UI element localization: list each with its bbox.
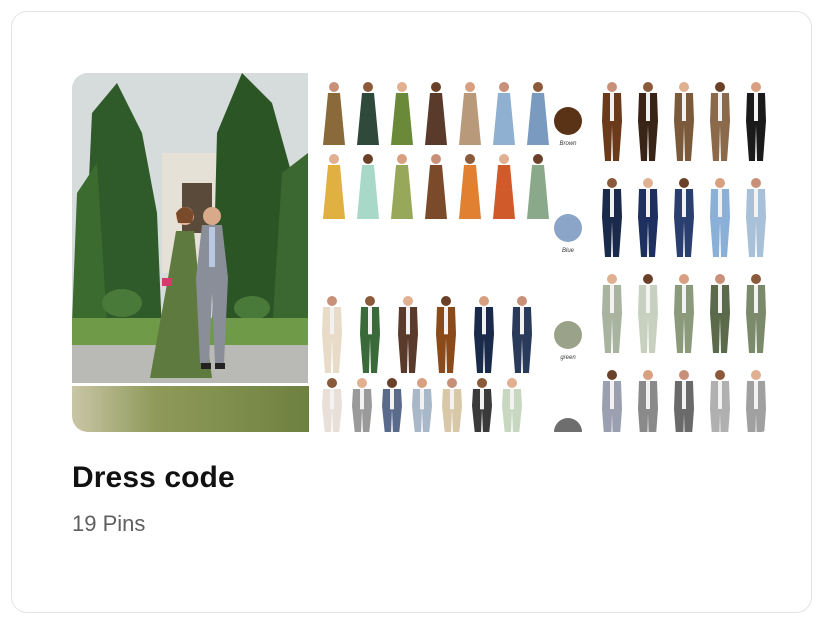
dress-figure: [493, 154, 515, 219]
color-swatch: [554, 214, 582, 242]
suit-figure: [710, 178, 730, 257]
dress-figure: [527, 154, 549, 219]
suit-figure: [746, 82, 766, 161]
couple-photo: [72, 73, 308, 383]
suit-figure: [398, 296, 418, 373]
suit-figure: [512, 296, 532, 373]
suit-figure: [382, 378, 402, 432]
suit-figure: [442, 378, 462, 432]
suit-figure: [602, 178, 622, 257]
suit-figure: [674, 178, 694, 257]
suit-figure: [602, 274, 622, 353]
dress-figure: [391, 154, 413, 219]
dress-figure: [323, 154, 345, 219]
suit-figure: [746, 274, 766, 353]
dress-figure: [357, 82, 379, 145]
dress-figure: [425, 154, 447, 219]
dress-figure: [425, 82, 447, 145]
dress-figure: [391, 82, 413, 145]
suit-figure: [638, 82, 658, 161]
dress-figure: [527, 82, 549, 145]
suit-figure: [674, 274, 694, 353]
suit-figure: [322, 296, 342, 373]
dress-code-inspiration-photo: Brown Blue green: [312, 73, 776, 432]
suit-figure: [602, 82, 622, 161]
suit-figure: [710, 82, 730, 161]
suit-figure: [436, 296, 456, 373]
suit-figure: [474, 296, 494, 373]
suit-figure: [502, 378, 522, 432]
swatch-label: Brown: [559, 141, 577, 147]
board-card[interactable]: Brown Blue green Dress code 19 Pins: [11, 11, 812, 613]
dress-figure: [323, 82, 345, 145]
suit-figure: [638, 370, 658, 432]
suit-figure: [638, 274, 658, 353]
board-cover-collage[interactable]: Brown Blue green: [72, 73, 776, 432]
suit-figure: [746, 370, 766, 432]
color-swatch: [554, 107, 582, 135]
suit-figure: [674, 82, 694, 161]
suit-figure: [472, 378, 492, 432]
dress-figure: [357, 154, 379, 219]
pin-count: 19 Pins: [72, 511, 146, 536]
suit-figure: [638, 178, 658, 257]
dress-figure: [459, 82, 481, 145]
board-title[interactable]: Dress code: [72, 461, 235, 495]
suit-figure: [412, 378, 432, 432]
suit-figure: [674, 370, 694, 432]
suit-figure: [352, 378, 372, 432]
swatch-label: Blue: [562, 248, 575, 254]
suit-figure: [322, 378, 342, 432]
swatch-label: green: [560, 355, 576, 361]
dress-figure: [459, 154, 481, 219]
dress-figure: [493, 82, 515, 145]
suit-figure: [710, 370, 730, 432]
color-swatch: [554, 418, 582, 432]
suit-figure: [360, 296, 380, 373]
suit-figure: [710, 274, 730, 353]
suit-figure: [746, 178, 766, 257]
fabric-swatch-photo: [72, 386, 309, 432]
color-swatch: [554, 321, 582, 349]
suit-figure: [602, 370, 622, 432]
